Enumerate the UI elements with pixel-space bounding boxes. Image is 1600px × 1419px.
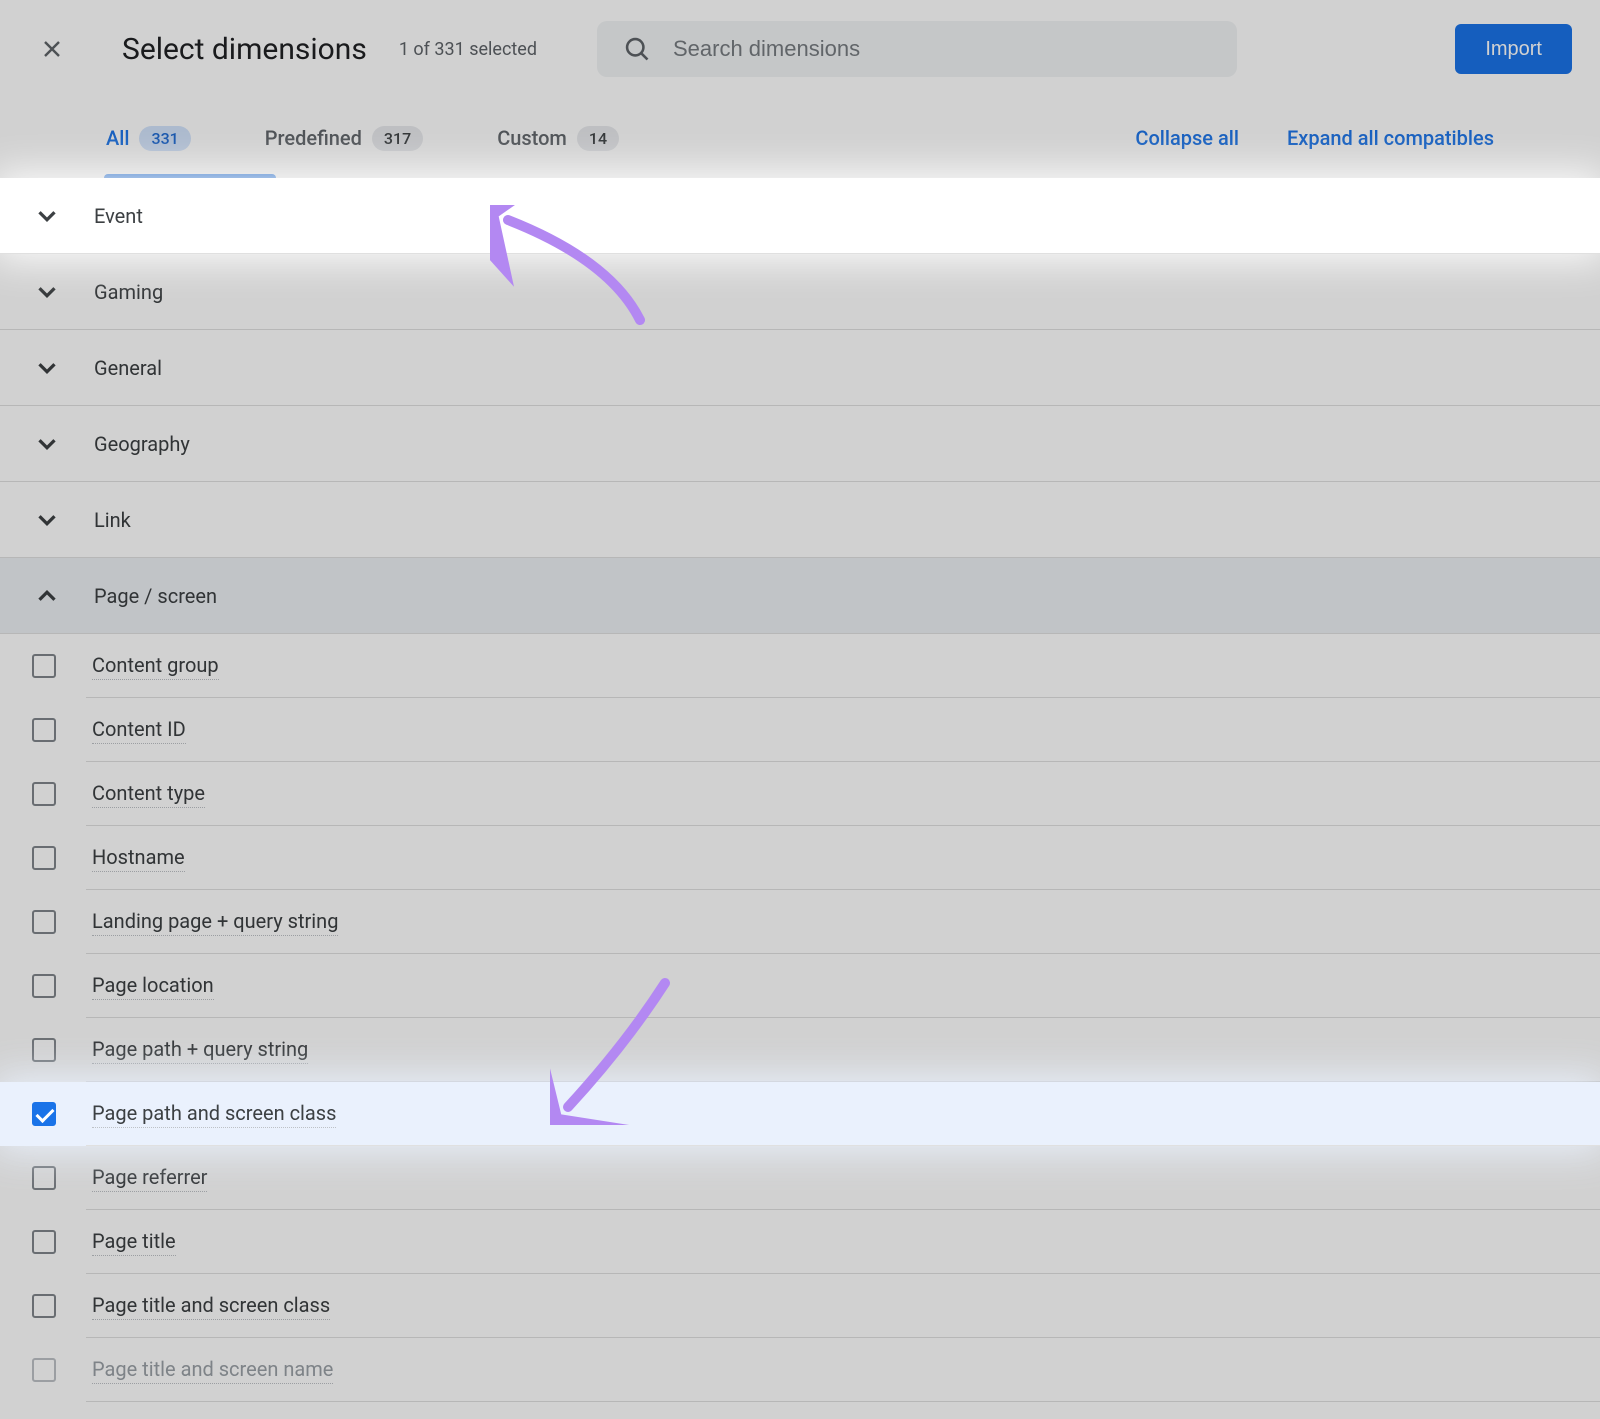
checkbox (32, 1358, 56, 1382)
dimension-label: Page title and screen class (92, 1293, 330, 1320)
dimension-row[interactable]: Page referrer (0, 1146, 1600, 1210)
search-icon (623, 35, 651, 63)
checkbox[interactable] (32, 1294, 56, 1318)
chevron-up-icon (32, 581, 62, 611)
category-label: Page / screen (94, 584, 217, 608)
dimension-row[interactable]: Page path + query string (0, 1018, 1600, 1082)
dimension-row-selected[interactable]: Page path and screen class (0, 1082, 1600, 1146)
search-field[interactable] (597, 21, 1237, 77)
category-label: General (94, 356, 162, 380)
checkbox[interactable] (32, 910, 56, 934)
tabs-actions: Collapse all Expand all compatibles (1135, 126, 1494, 150)
checkbox[interactable] (32, 654, 56, 678)
dimension-label: Page referrer (92, 1165, 207, 1192)
chevron-down-icon (32, 353, 62, 383)
dimension-row[interactable]: Content ID (0, 698, 1600, 762)
dialog-title: Select dimensions (122, 32, 367, 67)
dimension-label: Landing page + query string (92, 909, 338, 936)
category-row-geography[interactable]: Geography (0, 406, 1600, 482)
dimension-label: Content group (92, 653, 219, 680)
tab-all[interactable]: All 331 (106, 98, 191, 178)
dimension-label: Content type (92, 781, 205, 808)
category-row-link[interactable]: Link (0, 482, 1600, 558)
checkbox[interactable] (32, 1038, 56, 1062)
dimension-label: Page title and screen name (92, 1357, 333, 1384)
tab-count-badge: 14 (577, 126, 619, 151)
search-input[interactable] (673, 36, 1211, 62)
dimension-row[interactable]: Page location (0, 954, 1600, 1018)
expand-all-link[interactable]: Expand all compatibles (1287, 126, 1494, 150)
dimension-label: Content ID (92, 717, 186, 744)
chevron-down-icon (32, 277, 62, 307)
dimension-row[interactable]: Page title (0, 1210, 1600, 1274)
category-label: Geography (94, 432, 190, 456)
tab-count-badge: 331 (139, 126, 190, 151)
category-row-page-screen[interactable]: Page / screen (0, 558, 1600, 634)
category-row-general[interactable]: General (0, 330, 1600, 406)
tab-label: Predefined (265, 126, 362, 150)
checkbox[interactable] (32, 782, 56, 806)
dimension-label: Page location (92, 973, 214, 1000)
dimension-row[interactable]: Page title and screen class (0, 1274, 1600, 1338)
tabs: All 331 Predefined 317 Custom 14 Collaps… (0, 98, 1600, 178)
checkbox[interactable] (32, 1166, 56, 1190)
dimension-row[interactable]: Hostname (0, 826, 1600, 890)
tab-label: Custom (497, 126, 567, 150)
category-label: Event (94, 204, 143, 228)
dimension-row-disabled: Page title and screen name (0, 1338, 1600, 1402)
category-label: Gaming (94, 280, 163, 304)
dialog-header: Select dimensions 1 of 331 selected Impo… (0, 0, 1600, 98)
tab-custom[interactable]: Custom 14 (497, 98, 619, 178)
category-row-gaming[interactable]: Gaming (0, 254, 1600, 330)
dimension-row[interactable]: Content type (0, 762, 1600, 826)
checkbox[interactable] (32, 1230, 56, 1254)
dimension-label: Page path + query string (92, 1037, 308, 1064)
dimension-label: Hostname (92, 845, 185, 872)
dimension-label: Page path and screen class (92, 1101, 336, 1128)
tab-label: All (106, 126, 129, 150)
dimension-label: Page title (92, 1229, 176, 1256)
close-button[interactable] (28, 25, 76, 73)
dimension-row[interactable]: Landing page + query string (0, 890, 1600, 954)
chevron-down-icon (32, 429, 62, 459)
tab-count-badge: 317 (372, 126, 423, 151)
close-icon (40, 37, 64, 61)
collapse-all-link[interactable]: Collapse all (1135, 126, 1239, 150)
checkbox[interactable] (32, 974, 56, 998)
dimension-row[interactable]: Content group (0, 634, 1600, 698)
import-button[interactable]: Import (1455, 24, 1572, 74)
tab-predefined[interactable]: Predefined 317 (265, 98, 423, 178)
checkbox[interactable] (32, 846, 56, 870)
checkbox-checked[interactable] (32, 1102, 56, 1126)
category-row-event[interactable]: Event (0, 178, 1600, 254)
checkbox[interactable] (32, 718, 56, 742)
category-label: Link (94, 508, 131, 532)
selected-count: 1 of 331 selected (399, 39, 537, 60)
chevron-down-icon (32, 505, 62, 535)
chevron-down-icon (32, 201, 62, 231)
